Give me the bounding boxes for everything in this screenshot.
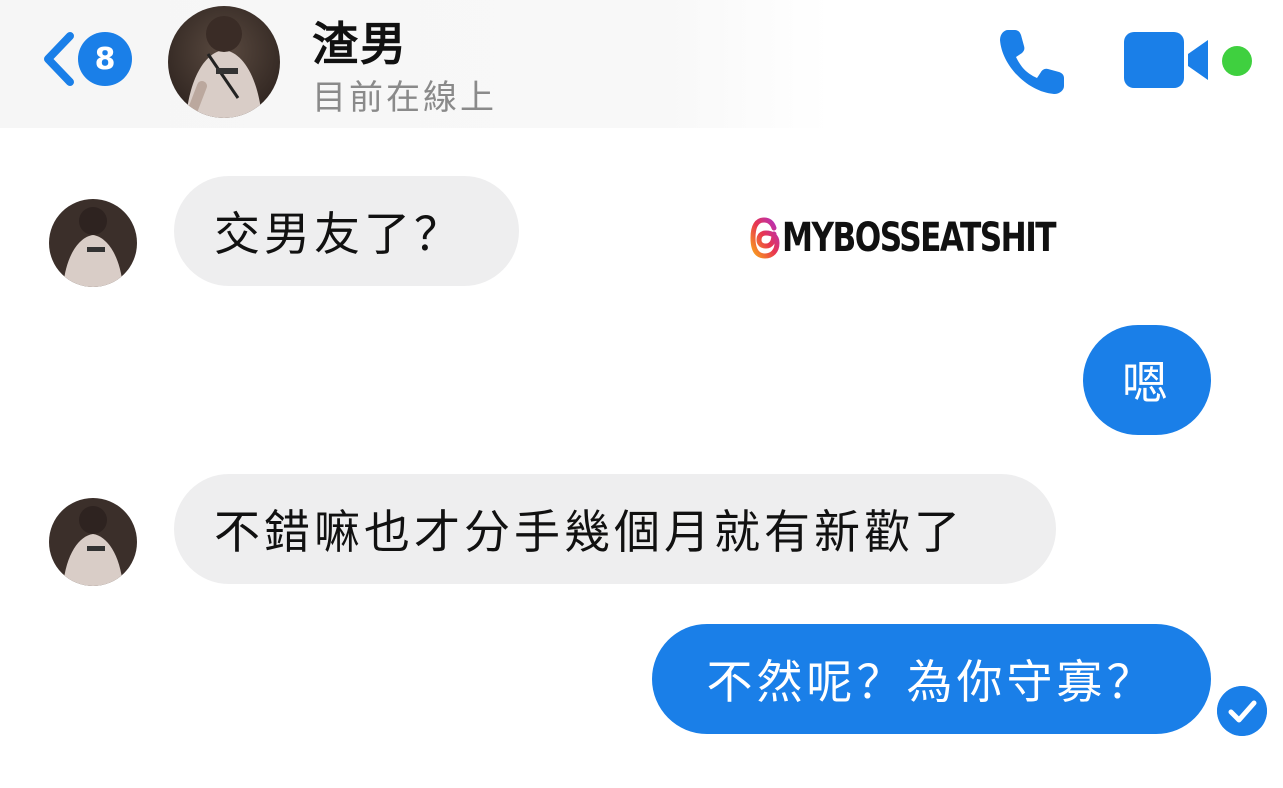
watermark: MYBOSSEATSHIT — [750, 216, 1132, 260]
message-bubble-incoming[interactable]: 交男友了？ — [174, 176, 519, 286]
contact-status: 目前在線上 — [312, 78, 497, 118]
message-bubble-outgoing[interactable]: 嗯 — [1083, 325, 1211, 435]
online-status-dot — [1222, 46, 1252, 76]
avatar[interactable] — [49, 498, 137, 586]
threads-logo-icon — [750, 217, 780, 259]
watermark-text: MYBOSSEATSHIT — [782, 215, 1057, 261]
chevron-left-icon[interactable] — [38, 30, 78, 88]
unread-count-badge[interactable]: 8 — [78, 32, 132, 86]
phone-icon[interactable] — [994, 24, 1070, 100]
video-camera-icon[interactable] — [1124, 30, 1210, 90]
avatar[interactable] — [49, 199, 137, 287]
avatar[interactable] — [168, 6, 280, 118]
chat-header: 8 渣男 目前在線上 — [0, 0, 830, 128]
read-check-icon — [1217, 686, 1267, 736]
message-bubble-outgoing[interactable]: 不然呢？為你守寡？ — [652, 624, 1211, 734]
message-bubble-incoming[interactable]: 不錯嘛也才分手幾個月就有新歡了 — [174, 474, 1056, 584]
contact-name: 渣男 — [312, 17, 408, 71]
chat-screen: 8 渣男 目前在線上 MYBOSSEATSHIT 交男友了？ 嗯 不錯嘛也才分手… — [0, 0, 1283, 788]
